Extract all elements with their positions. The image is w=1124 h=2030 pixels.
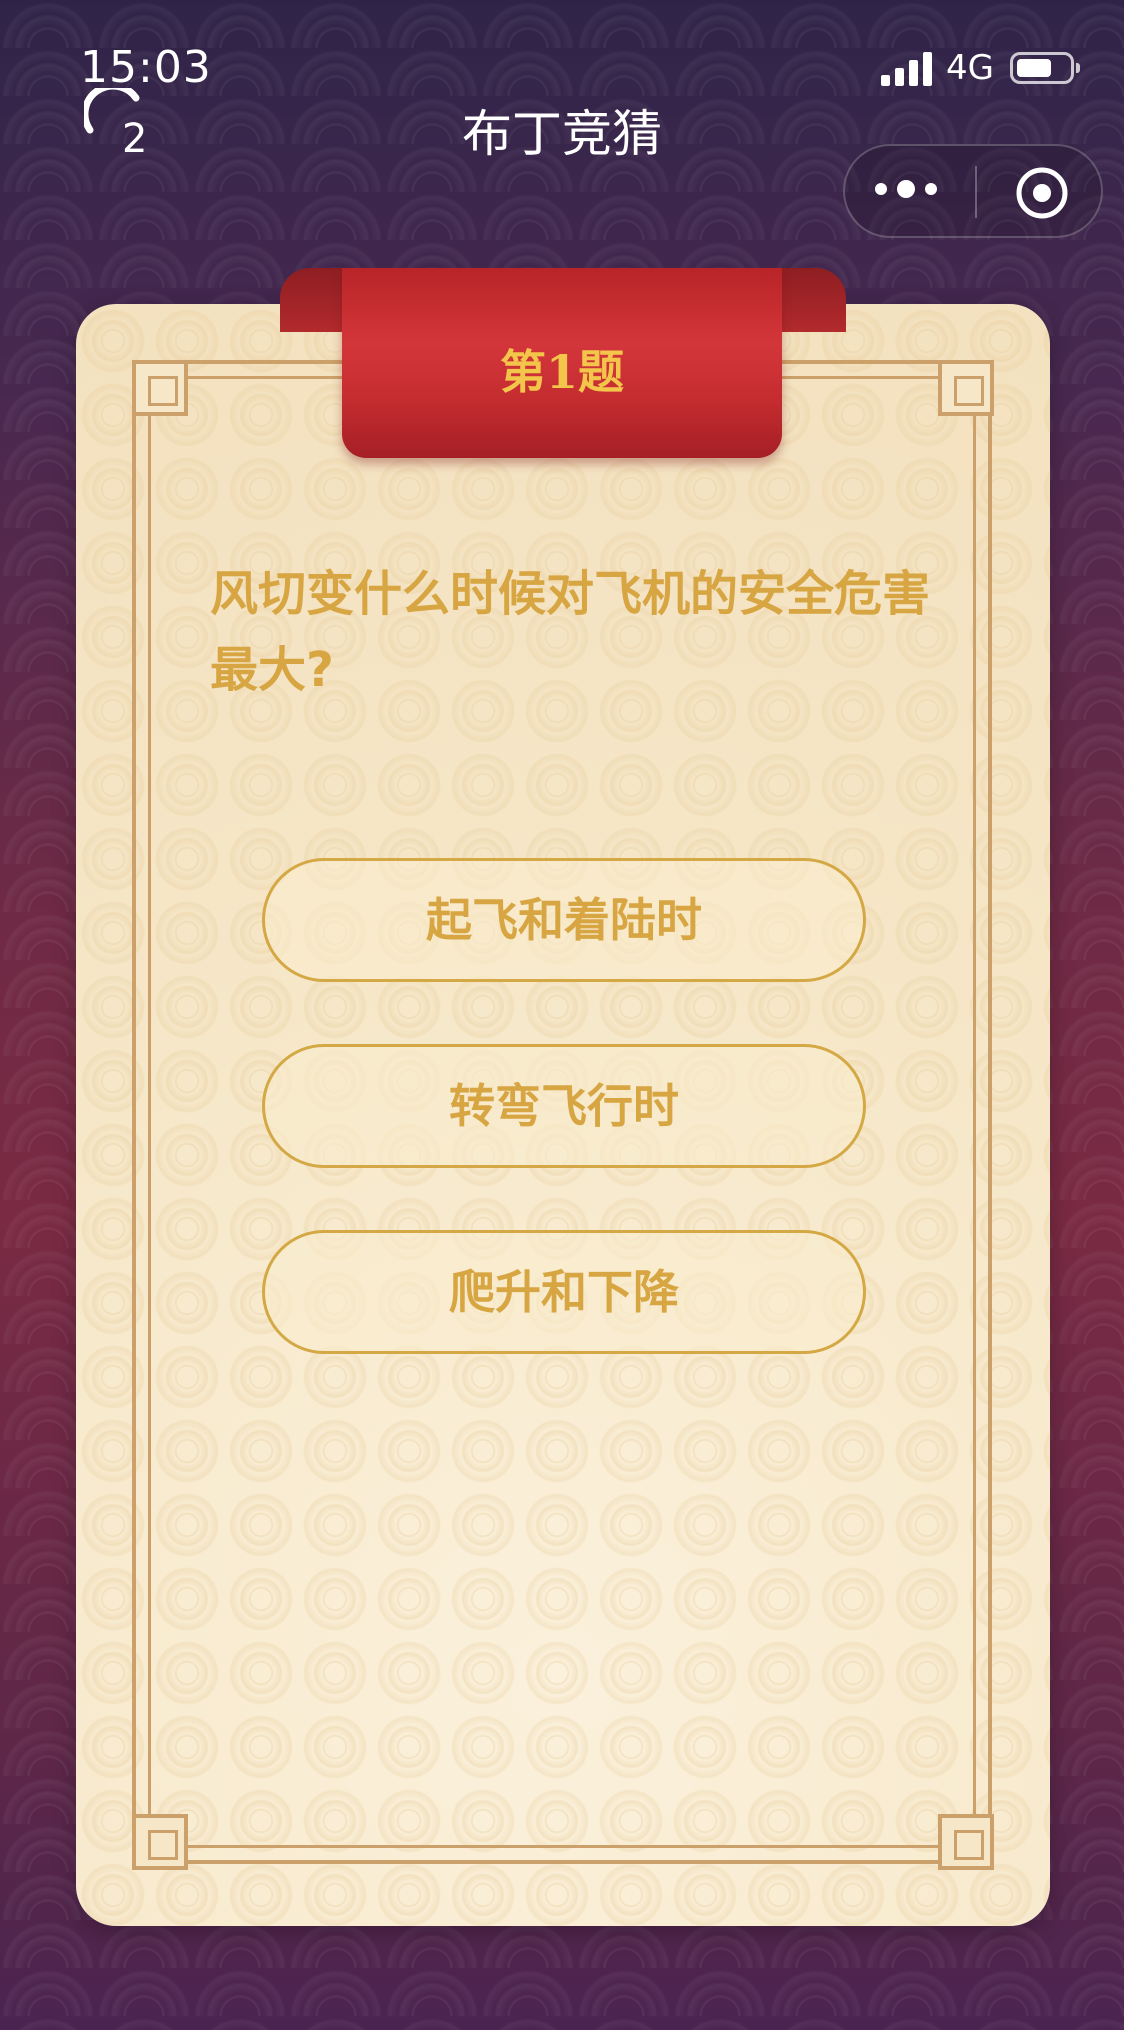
answer-option-1[interactable]: 起飞和着陆时 <box>262 858 866 982</box>
frame-corner <box>132 360 188 416</box>
status-time: 15:03 <box>80 42 212 93</box>
more-icon[interactable] <box>875 168 945 214</box>
capsule-divider <box>975 166 977 218</box>
question-number-ribbon: 第1题 <box>342 268 782 458</box>
frame-corner <box>132 1814 188 1870</box>
mini-program-capsule <box>843 144 1103 238</box>
answer-option-2[interactable]: 转弯飞行时 <box>262 1044 866 1168</box>
network-type-label: 4G <box>946 48 994 88</box>
answer-option-3[interactable]: 爬升和下降 <box>262 1230 866 1354</box>
question-text: 风切变什么时候对飞机的安全危害最大? <box>210 566 931 698</box>
close-icon[interactable] <box>1015 166 1069 220</box>
frame-corner <box>938 360 994 416</box>
question-number: 第1题 <box>499 345 624 399</box>
frame-corner <box>938 1814 994 1870</box>
signal-icon <box>881 52 935 86</box>
battery-icon <box>1010 52 1080 84</box>
